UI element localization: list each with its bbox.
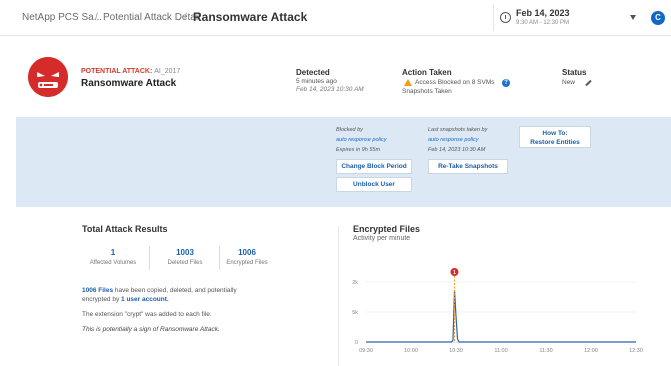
ransomware-face-icon bbox=[28, 57, 68, 97]
stat-encrypted-files-label: Encrypted Files bbox=[226, 260, 268, 266]
x-tick-label: 09:30 bbox=[359, 348, 373, 354]
stat-divider bbox=[219, 246, 220, 270]
page-title: Ransomware Attack bbox=[193, 10, 308, 24]
x-tick-label: 10:30 bbox=[449, 348, 463, 354]
status-header: Status bbox=[562, 68, 587, 77]
attack-marker-label: 1 bbox=[453, 270, 456, 276]
snapshot-policy-link[interactable]: auto response policy bbox=[428, 137, 478, 143]
total-attack-results-title: Total Attack Results bbox=[82, 224, 168, 234]
blocked-by-label: Blocked by bbox=[336, 127, 363, 133]
retake-snapshots-button[interactable]: Re-Take Snapshots bbox=[428, 159, 508, 174]
x-tick-label: 12:00 bbox=[584, 348, 598, 354]
snapshot-by-label: Last snapshots taken by bbox=[428, 127, 488, 133]
action-snapshots: Snapshots Taken bbox=[402, 88, 452, 95]
y-tick-label: 2k bbox=[352, 280, 358, 286]
unblock-user-button[interactable]: Unblock User bbox=[336, 177, 412, 192]
warning-icon bbox=[404, 79, 412, 86]
user-account-link[interactable]: 1 user account. bbox=[121, 296, 169, 303]
clock-icon bbox=[500, 12, 511, 23]
user-avatar[interactable]: C bbox=[651, 11, 665, 25]
date-range-picker[interactable]: Feb 14, 2023 9:30 AM - 12:30 PM bbox=[493, 5, 643, 31]
attack-title: Ransomware Attack bbox=[81, 78, 177, 89]
attack-id: AI_2017 bbox=[154, 68, 181, 75]
breadcrumb-root[interactable]: NetApp PCS Sa... bbox=[22, 12, 102, 23]
stat-deleted-files-label: Deleted Files bbox=[167, 260, 203, 266]
stat-divider bbox=[149, 246, 150, 270]
x-tick-label: 10:00 bbox=[404, 348, 418, 354]
breadcrumb-separator: / bbox=[95, 12, 98, 23]
y-tick-label: 5k bbox=[352, 310, 358, 316]
result-text-line1: 1006 Files have been copied, deleted, an… bbox=[82, 287, 237, 294]
detected-time: Feb 14, 2023 10:30 AM bbox=[296, 86, 364, 93]
y-tick-label: 0 bbox=[355, 340, 358, 346]
top-bar: NetApp PCS Sa... / Potential Attack Deta… bbox=[0, 0, 671, 36]
stat-encrypted-files-value: 1006 bbox=[238, 248, 256, 257]
encrypted-files-chart: 0 5k 2k 09:30 10:00 10:30 11:00 11:30 12:00 12:30… bbox=[352, 268, 643, 354]
block-expires: Expires in 9h 55m bbox=[336, 147, 381, 153]
potential-attack-label: POTENTIAL ATTACK: AI_2017 bbox=[81, 68, 181, 75]
series-line bbox=[366, 290, 636, 343]
response-actions-band: Blocked by auto response policy Expires … bbox=[16, 117, 671, 207]
change-block-period-button[interactable]: Change Block Period bbox=[336, 159, 412, 174]
date-picker-date: Feb 14, 2023 bbox=[516, 8, 570, 18]
files-link[interactable]: 1006 Files bbox=[82, 287, 113, 294]
how-to-restore-button[interactable]: How To: Restore Entities bbox=[519, 126, 591, 148]
help-icon[interactable]: ? bbox=[502, 79, 510, 87]
chevron-down-icon[interactable] bbox=[630, 15, 636, 20]
chart-title: Encrypted Files bbox=[353, 224, 421, 234]
snapshot-time: Feb 14, 2023 10:30 AM bbox=[428, 147, 486, 153]
result-text-line4: This is potentially a sign of Ransomware… bbox=[82, 326, 220, 333]
how-to-line2: Restore Entities bbox=[530, 139, 580, 146]
breadcrumb-separator: / bbox=[184, 12, 187, 23]
detected-ago: 5 minutes ago bbox=[296, 78, 337, 85]
edit-icon[interactable] bbox=[585, 79, 592, 87]
block-policy-link[interactable]: auto response policy bbox=[336, 137, 386, 143]
x-tick-label: 11:00 bbox=[494, 348, 507, 354]
result-text-line3: The extension "crypt" was added to each … bbox=[82, 311, 212, 318]
x-tick-label: 11:30 bbox=[539, 348, 552, 354]
stat-deleted-files-value: 1003 bbox=[176, 248, 194, 257]
attack-summary-panel: POTENTIAL ATTACK: AI_2017 Ransomware Att… bbox=[16, 51, 671, 116]
x-tick-label: 12:30 bbox=[629, 348, 643, 354]
status-value: New bbox=[562, 79, 576, 86]
how-to-line1: How To: bbox=[542, 130, 568, 137]
detected-header: Detected bbox=[296, 68, 330, 77]
result-text-line2: encrypted by 1 user account. bbox=[82, 296, 169, 303]
stat-affected-volumes-label: Affected Volumes bbox=[89, 260, 137, 266]
action-blocked: Access Blocked on 8 SVMs bbox=[415, 79, 495, 86]
date-picker-range: 9:30 AM - 12:30 PM bbox=[516, 20, 570, 26]
chart-subtitle: Activity per minute bbox=[353, 235, 411, 242]
action-taken-header: Action Taken bbox=[402, 68, 452, 77]
stat-affected-volumes-value: 1 bbox=[110, 248, 116, 257]
